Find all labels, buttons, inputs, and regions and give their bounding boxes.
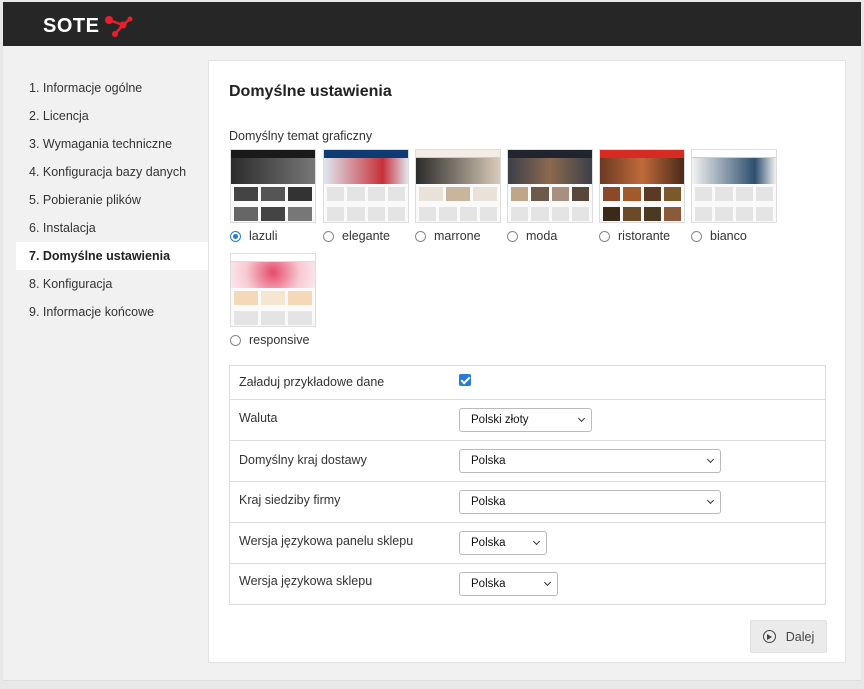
radio-icon[interactable] [599,230,610,242]
radio-icon[interactable] [691,230,702,242]
step-database-config[interactable]: 4. Konfiguracja bazy danych [16,158,208,186]
theme-thumbnail[interactable] [507,149,593,223]
thumb-header [416,150,500,158]
thumb-header [324,150,408,158]
theme-radio-elegante[interactable]: elegante [323,229,409,243]
theme-option-bianco[interactable]: bianco [691,149,777,243]
setting-row-sample-data: Załaduj przykładowe dane [230,366,825,400]
theme-thumbnail[interactable] [415,149,501,223]
thumb-banner [231,158,315,184]
thumb-header [692,150,776,158]
step-general-info[interactable]: 1. Informacje ogólne [16,74,208,102]
installer-steps-nav: 1. Informacje ogólne 2. Licencja 3. Wyma… [16,74,208,326]
step-tech-requirements[interactable]: 3. Wymagania techniczne [16,130,208,158]
main-panel: Domyślne ustawienia Domyślny temat grafi… [208,60,846,663]
logo-text: SOTE [43,14,100,37]
theme-option-marrone[interactable]: marrone [415,149,501,243]
shipping-country-label: Domyślny kraj dostawy [239,453,367,467]
next-button[interactable]: Dalej [750,620,827,653]
theme-thumbnail[interactable] [323,149,409,223]
chevron-down-icon [706,455,715,464]
settings-table: Załaduj przykładowe dane Waluta Polski z… [229,365,826,605]
theme-radio-marrone[interactable]: marrone [415,229,501,243]
shipping-country-value: Polska [471,455,506,467]
step-installation[interactable]: 6. Instalacja [16,214,208,242]
step-download-files[interactable]: 5. Pobieranie plików [16,186,208,214]
shop-language-select[interactable]: Polska [459,572,558,596]
shop-language-value: Polska [471,578,506,590]
theme-option-lazuli[interactable]: lazuli [230,149,316,243]
thumb-header [231,254,315,262]
molecule-icon [105,16,133,37]
thumb-banner [416,158,500,184]
shop-language-label: Wersja językowa sklepu [239,574,373,588]
thumb-banner [231,262,315,288]
thumb-header [600,150,684,158]
radio-icon[interactable] [415,230,426,242]
radio-selected-icon[interactable] [230,230,241,242]
thumb-banner [600,158,684,184]
theme-radio-moda[interactable]: moda [507,229,593,243]
step-final-info[interactable]: 9. Informacje końcowe [16,298,208,326]
chevron-down-icon [532,537,541,546]
panel-language-select[interactable]: Polska [459,531,547,555]
company-country-select[interactable]: Polska [459,490,721,514]
sample-data-label: Załaduj przykładowe dane [239,375,385,389]
chevron-down-icon [706,496,715,505]
thumb-header [231,150,315,158]
theme-name: moda [526,229,558,243]
play-circle-icon [762,630,776,643]
theme-section-label: Domyślny temat graficzny [229,129,373,143]
top-bar: SOTE [3,2,861,46]
theme-radio-lazuli[interactable]: lazuli [230,229,316,243]
step-configuration[interactable]: 8. Konfiguracja [16,270,208,298]
shipping-country-select[interactable]: Polska [459,449,721,473]
setting-row-currency: Waluta Polski złoty [230,400,825,441]
step-license[interactable]: 2. Licencja [16,102,208,130]
theme-option-elegante[interactable]: elegante [323,149,409,243]
setting-row-shop-language: Wersja językowa sklepu Polska [230,564,825,604]
theme-option-ristorante[interactable]: ristorante [599,149,685,243]
thumb-header [508,150,592,158]
theme-name: ristorante [618,229,671,243]
theme-thumbnail[interactable] [230,149,316,223]
theme-name: elegante [342,229,390,243]
setting-row-shipping-country: Domyślny kraj dostawy Polska [230,441,825,482]
theme-thumbnail[interactable] [230,253,316,327]
thumb-banner [324,158,408,184]
theme-name: bianco [710,229,747,243]
logo: SOTE [43,14,133,38]
radio-icon[interactable] [230,334,241,346]
panel-language-label: Wersja językowa panelu sklepu [239,534,414,548]
theme-radio-ristorante[interactable]: ristorante [599,229,685,243]
radio-icon[interactable] [507,230,518,242]
chevron-down-icon [543,578,552,587]
page-title: Domyślne ustawienia [229,83,392,100]
bottom-bar [3,680,861,687]
theme-radio-responsive[interactable]: responsive [230,333,316,347]
theme-name: lazuli [249,229,278,243]
theme-thumbnail[interactable] [599,149,685,223]
currency-label: Waluta [239,411,278,425]
setting-row-panel-language: Wersja językowa panelu sklepu Polska [230,523,825,564]
theme-option-moda[interactable]: moda [507,149,593,243]
thumb-banner [508,158,592,184]
chevron-down-icon [577,414,586,423]
panel-language-value: Polska [471,537,506,549]
thumb-banner [692,158,776,184]
step-default-settings[interactable]: 7. Domyślne ustawienia [16,242,208,270]
theme-radio-bianco[interactable]: bianco [691,229,777,243]
theme-name: marrone [434,229,481,243]
next-button-label: Dalej [785,629,815,644]
theme-name: responsive [249,333,310,347]
sample-data-checkbox[interactable] [459,374,471,386]
theme-thumbnail[interactable] [691,149,777,223]
company-country-value: Polska [471,496,506,508]
theme-option-responsive[interactable]: responsive [230,253,316,347]
company-country-label: Kraj siedziby firmy [239,493,341,507]
radio-icon[interactable] [323,230,334,242]
currency-select[interactable]: Polski złoty [459,408,592,432]
setting-row-company-country: Kraj siedziby firmy Polska [230,482,825,523]
currency-value: Polski złoty [471,414,529,426]
